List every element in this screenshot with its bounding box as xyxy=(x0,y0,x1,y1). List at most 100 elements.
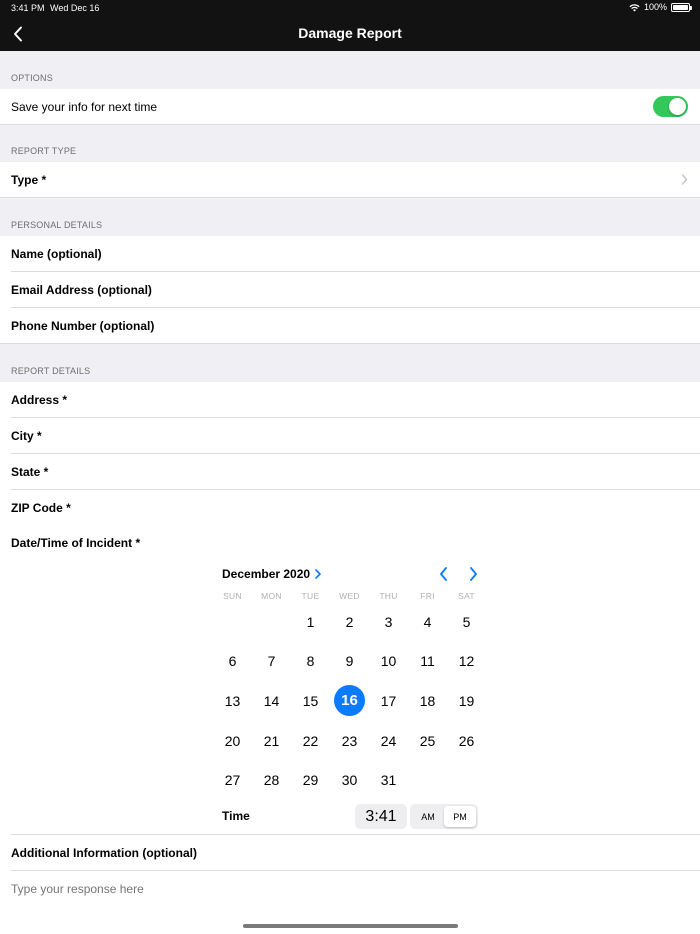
calendar-day[interactable]: 1 xyxy=(291,602,330,641)
calendar-day[interactable]: 25 xyxy=(408,721,447,760)
calendar-day[interactable]: 27 xyxy=(213,761,252,800)
navigation-bar: Damage Report xyxy=(0,16,700,51)
calendar-day[interactable]: 29 xyxy=(291,761,330,800)
calendar-day[interactable]: 18 xyxy=(408,681,447,720)
calendar-day-number: 25 xyxy=(419,732,436,749)
phone-field[interactable]: Phone Number (optional) xyxy=(0,308,700,344)
calendar-day[interactable]: 2 xyxy=(330,602,369,641)
chevron-right-icon xyxy=(469,567,477,581)
phone-label: Phone Number (optional) xyxy=(11,319,155,333)
battery-icon xyxy=(671,2,692,12)
calendar-day-number: 4 xyxy=(423,613,432,630)
state-label: State * xyxy=(11,465,49,479)
section-header-options: OPTIONS xyxy=(0,51,700,89)
type-row[interactable]: Type * xyxy=(0,162,700,198)
calendar-day[interactable]: 11 xyxy=(408,642,447,681)
calendar-day-number: 1 xyxy=(306,613,315,630)
section-title-report-type: REPORT TYPE xyxy=(11,146,77,156)
battery-percent: 100% xyxy=(643,2,667,12)
pm-segment[interactable]: PM xyxy=(444,806,476,827)
calendar-day[interactable]: 8 xyxy=(291,642,330,681)
calendar-day-number: 28 xyxy=(263,772,280,789)
chevron-right-icon xyxy=(681,174,688,185)
calendar-day[interactable]: 22 xyxy=(291,721,330,760)
calendar-day[interactable]: 28 xyxy=(252,761,291,800)
calendar-empty-cell xyxy=(213,602,252,641)
zip-field[interactable]: ZIP Code * xyxy=(0,490,700,526)
section-header-report-details: REPORT DETAILS xyxy=(0,344,700,382)
calendar-day[interactable]: 7 xyxy=(252,642,291,681)
weekday-label: WED xyxy=(339,591,360,601)
state-field[interactable]: State * xyxy=(0,454,700,490)
calendar-day[interactable]: 9 xyxy=(330,642,369,681)
calendar-day-number: 18 xyxy=(419,692,436,709)
status-right: 100% xyxy=(629,2,692,12)
save-info-row: Save your info for next time xyxy=(0,89,700,125)
calendar-day-number: 14 xyxy=(263,692,280,709)
calendar-day[interactable]: 21 xyxy=(252,721,291,760)
time-picker-button[interactable]: 3:41 xyxy=(355,804,407,829)
calendar-day-number: 11 xyxy=(420,653,435,670)
calendar-day-number: 15 xyxy=(302,692,319,709)
datetime-row: Date/Time of Incident * xyxy=(0,525,700,561)
calendar-day[interactable]: 17 xyxy=(369,681,408,720)
section-title-options: OPTIONS xyxy=(11,73,53,83)
datetime-label: Date/Time of Incident * xyxy=(11,536,141,550)
month-year-label: December 2020 xyxy=(222,567,311,581)
section-title-report-details: REPORT DETAILS xyxy=(11,366,91,376)
calendar-day[interactable]: 13 xyxy=(213,681,252,720)
calendar-day[interactable]: 26 xyxy=(447,721,486,760)
calendar-week: 1 2 3 4 5 xyxy=(213,602,486,642)
calendar-day-number: 7 xyxy=(267,653,276,670)
page-title: Damage Report xyxy=(298,25,402,41)
calendar-day[interactable]: 15 xyxy=(291,681,330,720)
am-segment[interactable]: AM xyxy=(412,806,444,827)
calendar-day-number: 8 xyxy=(306,653,315,670)
toggle-knob xyxy=(669,98,686,115)
calendar-day[interactable]: 10 xyxy=(369,642,408,681)
calendar-day[interactable]: 23 xyxy=(330,721,369,760)
calendar-day[interactable]: 31 xyxy=(369,761,408,800)
calendar-day-number: 21 xyxy=(263,732,280,749)
calendar-day-number: 17 xyxy=(380,692,397,709)
calendar-week: 13 14 15 16 17 18 19 xyxy=(213,681,486,721)
section-title-personal: PERSONAL DETAILS xyxy=(11,220,103,230)
additional-info-input[interactable] xyxy=(11,882,611,896)
address-field[interactable]: Address * xyxy=(0,382,700,418)
previous-month-button[interactable] xyxy=(435,566,451,582)
weekday-label: SUN xyxy=(223,591,242,601)
calendar-day-number: 23 xyxy=(341,732,358,749)
next-month-button[interactable] xyxy=(465,566,481,582)
am-pm-segmented-control: AM PM xyxy=(410,804,478,829)
calendar-day[interactable]: 20 xyxy=(213,721,252,760)
calendar-day[interactable]: 4 xyxy=(408,602,447,641)
date-picker: December 2020 SUN MON TUE WED THU FRI SA… xyxy=(0,560,700,835)
calendar-day-number: 29 xyxy=(302,772,319,789)
calendar-day[interactable]: 24 xyxy=(369,721,408,760)
month-year-button[interactable]: December 2020 xyxy=(222,567,321,581)
calendar-day-number: 20 xyxy=(224,732,241,749)
calendar-day-selected[interactable]: 16 xyxy=(330,681,369,720)
calendar-day-number: 19 xyxy=(458,692,475,709)
calendar-day[interactable]: 30 xyxy=(330,761,369,800)
city-field[interactable]: City * xyxy=(0,418,700,454)
calendar-day[interactable]: 6 xyxy=(213,642,252,681)
calendar-day-number: 10 xyxy=(380,653,397,670)
weekday-header: SUN MON TUE WED THU FRI SAT xyxy=(213,591,486,601)
calendar-day[interactable]: 14 xyxy=(252,681,291,720)
calendar-day[interactable]: 19 xyxy=(447,681,486,720)
calendar-day-number: 9 xyxy=(345,653,354,670)
save-info-toggle[interactable] xyxy=(653,96,688,117)
calendar-day-number: 26 xyxy=(458,732,475,749)
status-bar: 3:41 PM Wed Dec 16 100% xyxy=(0,0,700,16)
calendar-day[interactable]: 5 xyxy=(447,602,486,641)
type-label: Type * xyxy=(11,173,47,187)
calendar-week: 27 28 29 30 31 xyxy=(213,760,486,800)
calendar-day[interactable]: 12 xyxy=(447,642,486,681)
calendar-day[interactable]: 3 xyxy=(369,602,408,641)
additional-info-label: Additional Information (optional) xyxy=(11,846,197,860)
weekday-label: MON xyxy=(261,591,282,601)
name-field[interactable]: Name (optional) xyxy=(0,236,700,272)
email-field[interactable]: Email Address (optional) xyxy=(0,272,700,308)
address-label: Address * xyxy=(11,393,68,407)
